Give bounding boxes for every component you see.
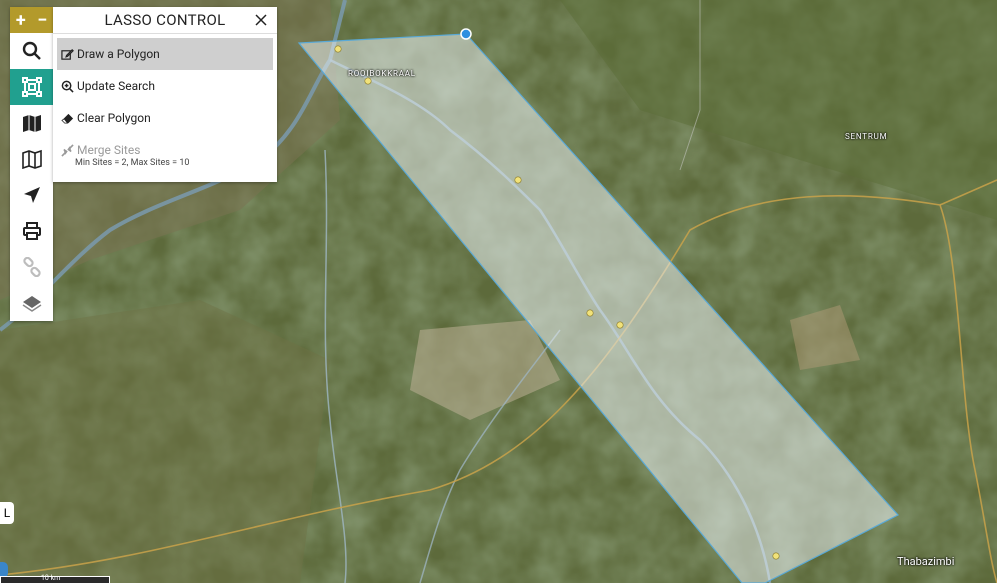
- merge-icon: [61, 143, 74, 157]
- panel-header: LASSO CONTROL: [53, 7, 277, 34]
- merge-sites-label: Merge Sites: [77, 143, 141, 157]
- place-label-sentrum: SENTRUM: [845, 132, 888, 141]
- merge-sites-hint: Min Sites = 2, Max Sites = 10: [75, 158, 190, 168]
- edit-icon: [61, 48, 74, 60]
- link-button[interactable]: [10, 249, 53, 285]
- close-icon[interactable]: [251, 10, 271, 30]
- site-marker: [334, 45, 342, 53]
- basemap-button[interactable]: [10, 105, 53, 141]
- panel-title: LASSO CONTROL: [104, 11, 226, 29]
- lasso-icon: [21, 77, 42, 97]
- layers-button[interactable]: [10, 285, 53, 321]
- corner-toggle-button[interactable]: L: [0, 502, 14, 524]
- site-marker: [514, 176, 522, 184]
- zoom-controls: + −: [10, 7, 53, 33]
- polygon-vertex-handle: [460, 28, 472, 40]
- search-icon: [22, 41, 41, 60]
- map-outline-icon: [21, 149, 42, 169]
- map-layers-outline-button[interactable]: [10, 141, 53, 177]
- site-marker: [586, 309, 594, 317]
- zoom-search-icon: [61, 80, 74, 93]
- terrain-patch: [0, 300, 330, 583]
- clear-polygon-button[interactable]: Clear Polygon: [57, 102, 273, 134]
- draw-polygon-button[interactable]: Draw a Polygon: [57, 38, 273, 70]
- zoom-in-button[interactable]: +: [10, 7, 32, 33]
- navigate-button[interactable]: [10, 177, 53, 213]
- site-marker: [772, 552, 780, 560]
- site-marker: [364, 77, 372, 85]
- print-button[interactable]: [10, 213, 53, 249]
- scale-bar: 10 km: [0, 574, 110, 583]
- link-icon: [22, 257, 41, 277]
- update-search-button[interactable]: Update Search: [57, 70, 273, 102]
- update-search-label: Update Search: [77, 79, 155, 93]
- place-label-thabazimbi: Thabazimbi: [897, 555, 955, 568]
- place-label-rooibokkraal: ROOIBOKKRAAL: [348, 69, 416, 78]
- search-button[interactable]: [10, 33, 53, 69]
- map-filled-icon: [22, 115, 41, 132]
- map-toolbar: + −: [10, 7, 53, 321]
- print-icon: [22, 222, 41, 240]
- eraser-icon: [61, 113, 74, 124]
- site-marker: [616, 321, 624, 329]
- lasso-button[interactable]: [10, 69, 53, 105]
- layers-icon: [22, 296, 41, 312]
- zoom-out-button[interactable]: −: [32, 7, 54, 33]
- lasso-control-panel: LASSO CONTROL Draw a Polygon Update Sear…: [53, 7, 277, 182]
- navigate-icon: [23, 187, 40, 203]
- clear-polygon-label: Clear Polygon: [77, 111, 151, 125]
- draw-polygon-label: Draw a Polygon: [77, 47, 160, 61]
- scale-label: 10 km: [41, 574, 61, 582]
